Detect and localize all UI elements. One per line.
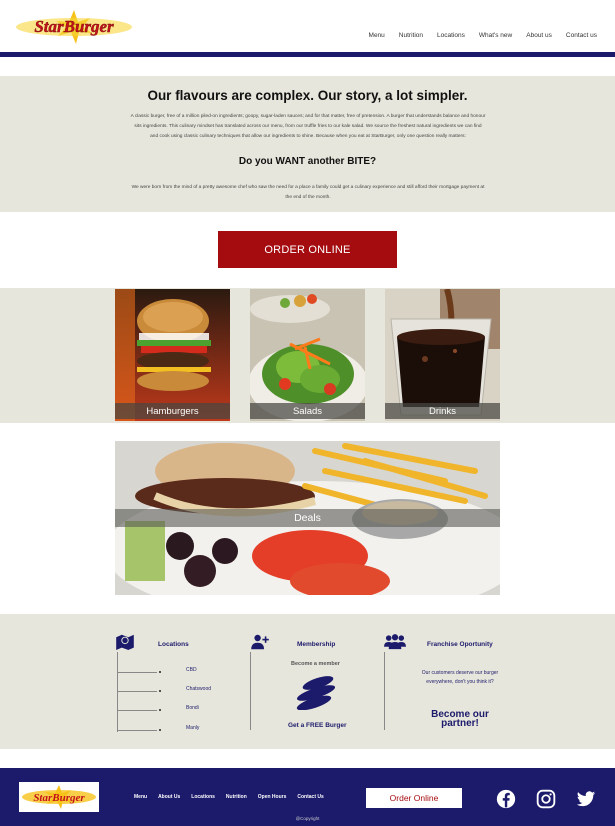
hamburger-image: [115, 289, 230, 421]
locations-line-3: [117, 710, 157, 711]
membership-subtitle: Become a member: [291, 661, 340, 667]
intro-para-1-line-1: A classic burger, free of a million pile…: [130, 114, 486, 119]
become-partner-line-2: partner!: [441, 718, 479, 729]
become-partner-cta[interactable]: Become our partner!: [404, 710, 516, 729]
site-footer: StarBurger Menu About Us Locations Nutri…: [0, 768, 615, 826]
nav-menu[interactable]: Menu: [369, 32, 385, 39]
location-bullet: [159, 671, 161, 673]
instagram-icon[interactable]: [536, 789, 556, 809]
franchise-text: Our customers deserve our burger everywh…: [404, 669, 516, 687]
intro-para-1: A classic burger, free of a million pile…: [113, 112, 503, 142]
header-divider: [0, 52, 615, 57]
free-burger-cta[interactable]: Get a FREE Burger: [288, 722, 347, 729]
group-icon: [384, 634, 406, 650]
franchise-text-line-2: everywhere, don't you think it?: [426, 679, 494, 685]
membership-title: Membership: [297, 641, 336, 648]
franchise-text-line-1: Our customers deserve our burger: [421, 670, 499, 676]
intro-para-1-line-2: sits ingredients. This culinary mindset …: [134, 124, 482, 129]
intro-heading: Our flavours are complex. Our story, a l…: [147, 88, 468, 103]
svg-text:StarBurger: StarBurger: [34, 17, 114, 36]
add-user-icon: [251, 634, 269, 650]
intro-subheading: Do you WANT another BITE?: [238, 156, 377, 167]
category-label-salads: Salads: [250, 403, 365, 419]
footer-logo[interactable]: StarBurger: [19, 782, 99, 812]
category-label-drinks: Drinks: [385, 403, 500, 419]
category-drinks[interactable]: Drinks: [385, 289, 500, 421]
location-bullet: [159, 690, 161, 692]
map-icon: [116, 634, 134, 650]
nav-locations[interactable]: Locations: [437, 32, 465, 39]
category-salads[interactable]: Salads: [250, 289, 365, 421]
intro-para-2-line-2: the end of the month.: [285, 195, 331, 200]
locations-line-4: [117, 730, 157, 731]
intro-para-2-line-1: We were born from the mind of a pretty a…: [131, 185, 485, 190]
facebook-icon[interactable]: [496, 789, 516, 809]
location-bullet: [159, 729, 161, 731]
nav-about-us[interactable]: About us: [526, 32, 552, 39]
nav-nutrition[interactable]: Nutrition: [399, 32, 423, 39]
info-section: Locations CBD Chatswood Bondi Manly Memb…: [0, 614, 615, 749]
locations-title: Locations: [158, 641, 189, 648]
footer-nav: Menu About Us Locations Nutrition Open H…: [134, 794, 324, 800]
intro-section: Our flavours are complex. Our story, a l…: [0, 76, 615, 212]
franchise-title: Franchise Oportunity: [427, 641, 493, 648]
site-header: StarBurger Menu Nutrition Locations What…: [0, 0, 615, 54]
location-bullet: [159, 709, 161, 711]
main-nav: Menu Nutrition Locations What's new Abou…: [369, 32, 597, 39]
franchise-vline: [384, 652, 385, 730]
order-online-button[interactable]: ORDER ONLINE: [218, 231, 397, 268]
location-chatswood[interactable]: Chatswood: [186, 686, 211, 692]
nav-contact-us[interactable]: Contact us: [566, 32, 597, 39]
copyright-text: @Copyright: [295, 816, 320, 821]
salad-image: [250, 289, 365, 421]
location-bondi[interactable]: Bondi: [186, 705, 199, 711]
locations-line-2: [117, 691, 157, 692]
category-hamburgers[interactable]: Hamburgers: [115, 289, 230, 421]
burger-logo-icon: [296, 676, 336, 710]
footer-nav-about-us[interactable]: About Us: [158, 794, 180, 800]
footer-order-online-button[interactable]: Order Online: [366, 788, 462, 808]
locations-line-1: [117, 672, 157, 673]
locations-vline: [117, 652, 118, 732]
nav-whats-new[interactable]: What's new: [479, 32, 512, 39]
footer-nav-locations[interactable]: Locations: [191, 794, 215, 800]
starburger-logo[interactable]: StarBurger: [14, 10, 134, 44]
location-manly[interactable]: Manly: [186, 725, 199, 731]
footer-nav-open-hours[interactable]: Open Hours: [258, 794, 287, 800]
intro-para-2: We were born from the mind of a pretty a…: [113, 183, 503, 203]
intro-para-1-line-3: and cook using classic culinary techniqu…: [150, 134, 466, 139]
drinks-image: [385, 289, 500, 421]
footer-nav-nutrition[interactable]: Nutrition: [226, 794, 247, 800]
category-label-hamburgers: Hamburgers: [115, 403, 230, 419]
svg-text:StarBurger: StarBurger: [33, 792, 85, 804]
membership-vline: [250, 652, 251, 730]
location-cbd[interactable]: CBD: [186, 667, 197, 673]
footer-nav-menu[interactable]: Menu: [134, 794, 147, 800]
twitter-icon[interactable]: [576, 789, 596, 809]
deals-label: Deals: [115, 509, 500, 527]
footer-nav-contact-us[interactable]: Contact Us: [297, 794, 323, 800]
deals-banner[interactable]: Deals: [115, 441, 500, 595]
